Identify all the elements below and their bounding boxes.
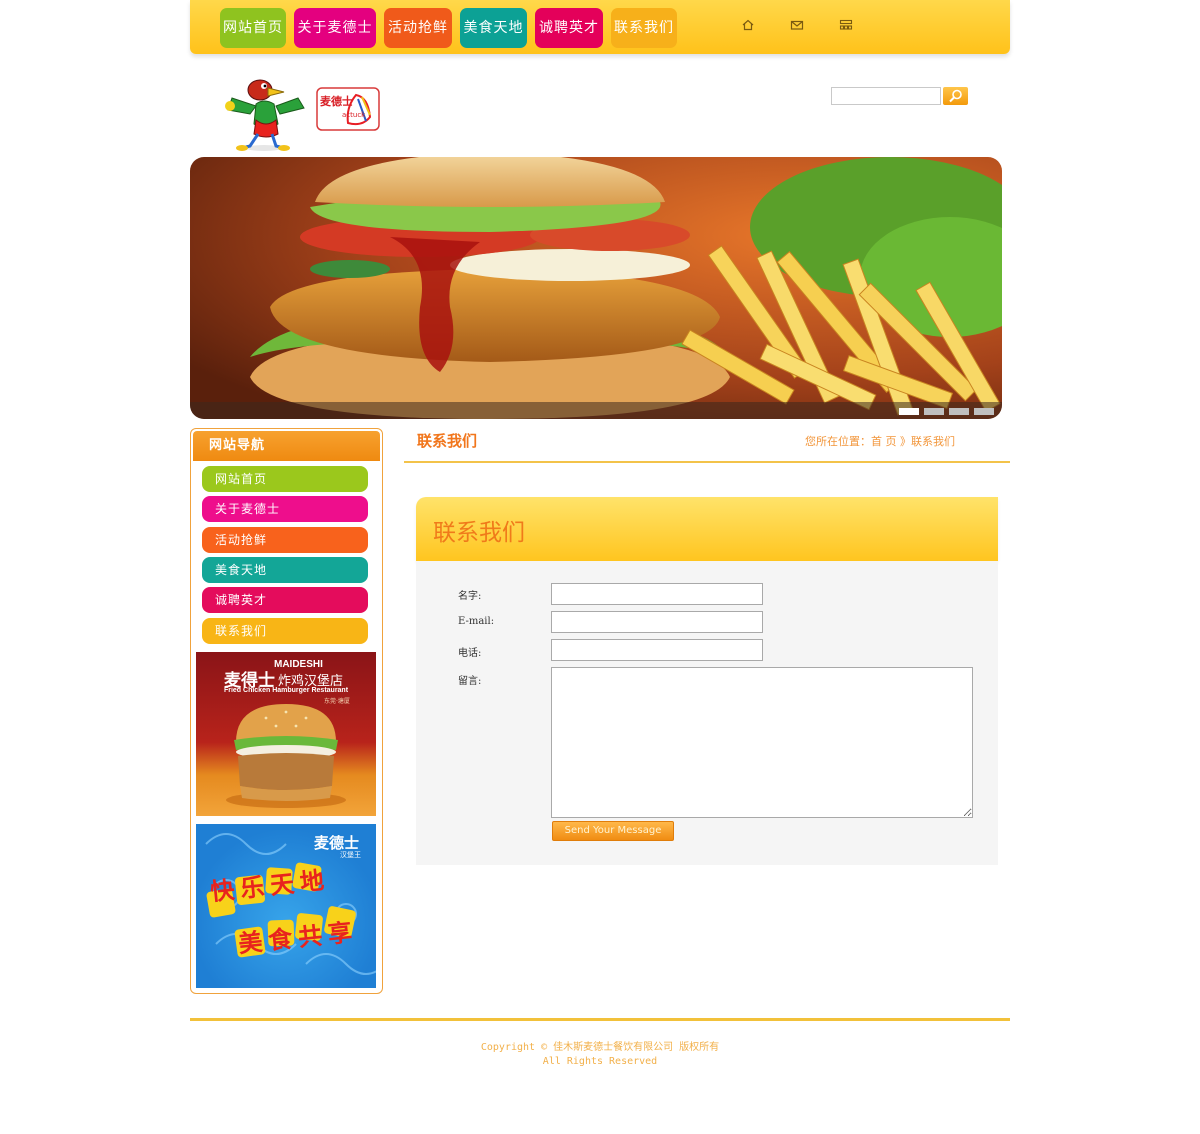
- contact-panel-title: 联系我们: [433, 520, 525, 546]
- send-message-button[interactable]: Send Your Message: [552, 821, 674, 841]
- banner-pager-strip: [190, 402, 1002, 419]
- slide-dot-3[interactable]: [949, 408, 969, 415]
- nav-item-about[interactable]: 关于麦德士: [294, 8, 376, 48]
- breadcrumb-home-link[interactable]: 首 页: [871, 435, 897, 448]
- sitemap-icon[interactable]: [839, 18, 853, 32]
- slide-dot-2[interactable]: [924, 408, 944, 415]
- sidebar-item-jobs[interactable]: 诚聘英才: [202, 587, 368, 613]
- home-icon[interactable]: [741, 18, 755, 32]
- search-input[interactable]: [831, 87, 941, 105]
- sidebar-item-food[interactable]: 美食天地: [202, 557, 368, 583]
- happy-food-ad-banner[interactable]: 麦德士 汉堡王 快乐天地 美食共享: [196, 824, 376, 988]
- breadcrumb: 您所在位置：首 页 》联系我们: [805, 433, 955, 449]
- sidebar-item-about[interactable]: 关于麦德士: [202, 496, 368, 522]
- mail-icon[interactable]: [790, 18, 804, 32]
- title-divider: [404, 461, 1010, 463]
- sidebar: 网站导航 网站首页 关于麦德士 活动抢鲜 美食天地 诚聘英才 联系我们 MAID…: [190, 428, 383, 994]
- email-field[interactable]: [551, 611, 763, 633]
- nav-item-jobs[interactable]: 诚聘英才: [535, 8, 603, 48]
- email-label: E-mail:: [458, 616, 495, 627]
- sidebar-item-home[interactable]: 网站首页: [202, 466, 368, 492]
- phone-field[interactable]: [551, 639, 763, 661]
- search-button[interactable]: [943, 87, 968, 105]
- breadcrumb-current: 联系我们: [911, 435, 955, 448]
- slide-dot-4[interactable]: [974, 408, 994, 415]
- footer-copyright: Copyright © 佳木斯麦德士餐饮有限公司 版权所有: [480, 1042, 720, 1053]
- search-icon: [949, 89, 962, 103]
- nav-item-contact[interactable]: 联系我们: [611, 8, 677, 48]
- phone-label: 电话:: [458, 648, 482, 659]
- page-title: 联系我们: [417, 432, 478, 450]
- message-field[interactable]: [551, 667, 973, 818]
- slide-dot-1[interactable]: [899, 408, 919, 415]
- sidebar-item-promotions[interactable]: 活动抢鲜: [202, 527, 368, 553]
- footer-rights: All Rights Reserved: [542, 1056, 658, 1067]
- footer-divider: [190, 1018, 1010, 1021]
- brand-logo-text: 麦德士: [320, 94, 353, 108]
- nav-item-promotions[interactable]: 活动抢鲜: [384, 8, 452, 48]
- mascot-logo[interactable]: [220, 68, 308, 154]
- ad2-logo-sub: 汉堡王: [340, 851, 361, 859]
- burger-fries-photo: [190, 157, 1002, 419]
- top-nav-bar: 网站首页 关于麦德士 活动抢鲜 美食天地 诚聘英才 联系我们: [190, 0, 1010, 54]
- contact-panel-header: 联系我们: [416, 497, 998, 561]
- name-field[interactable]: [551, 583, 763, 605]
- nav-item-food[interactable]: 美食天地: [460, 8, 527, 48]
- sidebar-title: 网站导航: [193, 431, 380, 461]
- burger-image: [226, 704, 346, 808]
- restaurant-ad-banner[interactable]: MAIDESHI 麦得士 炸鸡汉堡店 Fried Chicken Hamburg…: [196, 652, 376, 816]
- brand-logo[interactable]: 麦德士 actuck: [316, 87, 380, 131]
- message-label: 留言:: [458, 676, 482, 687]
- breadcrumb-prefix: 您所在位置：: [805, 435, 871, 448]
- sidebar-item-contact[interactable]: 联系我们: [202, 618, 368, 644]
- hero-banner[interactable]: [190, 157, 1002, 419]
- brand-logo-subtext: actuck: [342, 111, 366, 119]
- breadcrumb-separator: 》: [900, 435, 911, 448]
- nav-item-home[interactable]: 网站首页: [220, 8, 286, 48]
- name-label: 名字:: [458, 591, 482, 602]
